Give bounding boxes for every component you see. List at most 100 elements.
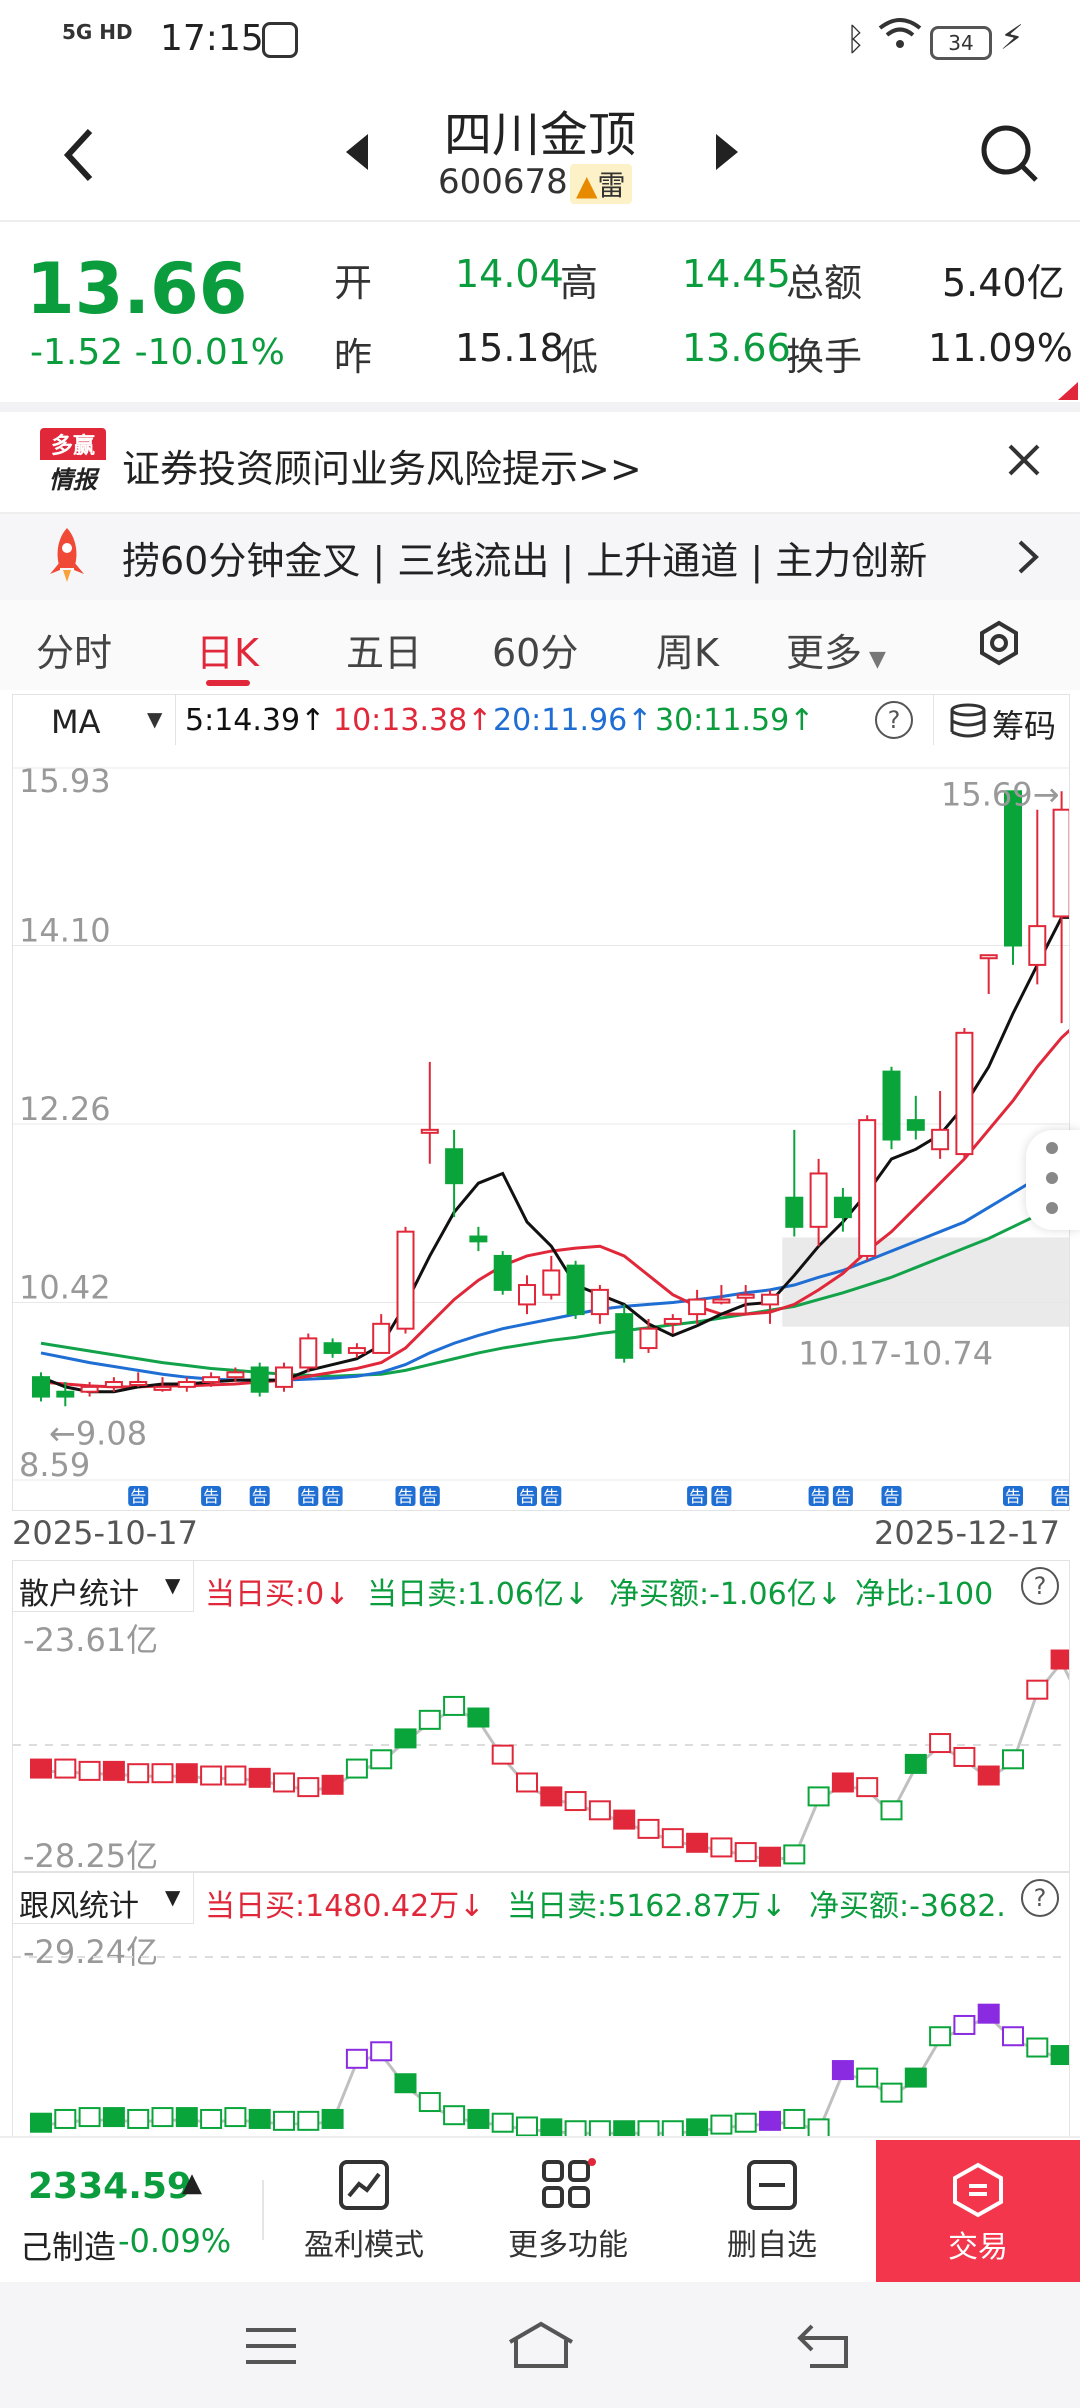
tab-daily-k[interactable]: 日K — [196, 622, 259, 677]
menu-icon[interactable] — [244, 2326, 298, 2366]
tab-more[interactable]: 更多 ▼ — [786, 622, 886, 677]
turnover-value: 11.09% — [928, 326, 1073, 370]
indicator-selector[interactable]: MA ▼ — [13, 695, 176, 745]
risk-text[interactable]: 证券投资顾问业务风险提示>> — [122, 438, 642, 493]
remove-watchlist-button[interactable]: 删自选 — [692, 2158, 852, 2264]
index-name: 己制造 — [20, 2228, 117, 2266]
flow-bar — [734, 1842, 757, 1863]
candle-body — [590, 1288, 609, 1316]
profit-mode-button[interactable]: 盈利模式 — [284, 2158, 444, 2264]
retail-net: 净买额:-1.06亿↓ — [609, 1577, 842, 1612]
tab-more-label: 更多 — [786, 631, 863, 675]
end-date: 2025-12-17 — [874, 1514, 1060, 1552]
chip-stack-icon — [950, 703, 986, 738]
logo-top-text: 多赢 — [40, 428, 106, 460]
more-functions-button[interactable]: 更多功能 — [488, 2158, 648, 2264]
chevron-right-icon[interactable] — [1016, 538, 1040, 576]
flow-bar — [540, 1786, 563, 1807]
flow-bar — [710, 2114, 733, 2135]
candle — [177, 1377, 196, 1392]
amount-value: 5.40亿 — [942, 261, 1065, 305]
candle-body — [809, 1172, 828, 1228]
next-stock-icon[interactable] — [712, 130, 742, 174]
candle — [955, 1027, 974, 1159]
flow-bar — [297, 2110, 320, 2131]
help-icon[interactable]: ? — [1021, 1567, 1059, 1605]
flow-bar — [102, 2107, 125, 2128]
stock-header: 四川金顶 600678 ▲雷 — [0, 80, 1080, 222]
y-tick-label: 14.10 — [19, 912, 111, 950]
signal-marquee[interactable]: 捞60分钟金叉 | 三线流出 | 上升通道 | 主力创新 — [0, 512, 1080, 600]
notice-marker-label: 告 — [422, 1487, 438, 1506]
candle-body — [906, 1119, 925, 1131]
risk-badge[interactable]: ▲雷 — [570, 164, 632, 204]
min-price-label: ←9.08 — [49, 1414, 147, 1452]
home-icon[interactable] — [506, 2320, 576, 2370]
candle-body — [56, 1390, 75, 1398]
help-icon[interactable]: ? — [1021, 1879, 1059, 1917]
candle-body — [493, 1254, 512, 1291]
ma20-value: 20:11.96↑ — [493, 703, 653, 738]
high-label: 高 — [560, 261, 599, 305]
flow-bar — [516, 1772, 538, 1793]
flow-bar — [953, 1746, 976, 1767]
side-menu-handle[interactable] — [1026, 1130, 1080, 1230]
notice-marker-label: 告 — [398, 1487, 414, 1506]
start-date: 2025-10-17 — [12, 1514, 198, 1552]
risk-banner[interactable]: 多赢 情报 证券投资顾问业务风险提示>> — [0, 412, 1080, 508]
flow-bar — [54, 2108, 77, 2129]
retail-selector[interactable]: 散户统计 ▼ — [13, 1561, 194, 1612]
flow-bar — [661, 2120, 684, 2137]
battery-indicator: 34 — [930, 26, 992, 60]
wifi-icon — [878, 16, 922, 61]
retail-bars-svg — [13, 1649, 1069, 1867]
marquee-text: 捞60分钟金叉 | 三线流出 | 上升通道 | 主力创新 — [122, 539, 928, 583]
price-zone — [782, 1237, 1069, 1327]
candle — [469, 1226, 488, 1252]
chip-button[interactable]: 筹码 — [933, 695, 1070, 745]
flow-bar — [856, 1777, 879, 1798]
prev-value: 15.18 — [455, 326, 564, 370]
flow-bar — [224, 2107, 247, 2128]
tab-five-day[interactable]: 五日 — [346, 622, 422, 677]
follow-selector[interactable]: 跟风统计 ▼ — [13, 1873, 194, 1924]
candle — [493, 1251, 512, 1295]
tab-60min[interactable]: 60分 — [492, 622, 578, 677]
logo-bottom-text: 情报 — [49, 466, 97, 494]
candle-body — [153, 1385, 172, 1391]
low-value: 13.66 — [682, 326, 791, 370]
close-icon[interactable] — [1006, 442, 1042, 478]
follow-bars-svg — [13, 1956, 1069, 2137]
settings-icon[interactable] — [976, 620, 1022, 666]
candle-body — [566, 1264, 585, 1316]
candle-body — [347, 1347, 366, 1354]
trade-button[interactable]: 交易 — [876, 2140, 1080, 2282]
candle — [566, 1260, 585, 1319]
candle-body — [833, 1196, 852, 1219]
candlestick-svg: 15.9314.1012.2610.428.5910.17-10.7415.69… — [13, 762, 1080, 1506]
low-label: 低 — [560, 335, 599, 379]
flow-bar — [637, 1818, 660, 1839]
flow-bar — [588, 1800, 611, 1821]
rocket-icon — [50, 528, 84, 582]
index-value: 2334.59 — [28, 2166, 192, 2207]
y-tick-label: 10.42 — [19, 1268, 111, 1306]
info-logo: 多赢 情报 — [40, 428, 106, 494]
ma5-value: 5:14.39↑ — [185, 703, 326, 738]
tab-intraday[interactable]: 分时 — [36, 622, 112, 677]
candle — [931, 1091, 950, 1159]
candle-body — [712, 1298, 731, 1304]
back-nav-icon[interactable] — [796, 2322, 852, 2370]
candle — [396, 1226, 415, 1334]
index-quote[interactable]: 2334.59 ▲ 己制造 -0.09% — [0, 2138, 260, 2284]
retail-buy: 当日买:0↓ — [205, 1577, 350, 1612]
notice-marker-label: 告 — [1005, 1487, 1021, 1506]
flow-bar — [807, 2118, 830, 2137]
kline-chart[interactable]: 15.93 14.10 12.26 10.42 8.59 10.17-10.74 15.69… — [12, 744, 1080, 1511]
flow-bar — [564, 2120, 587, 2137]
help-icon[interactable]: ? — [875, 701, 913, 739]
candle — [420, 1061, 439, 1164]
candle-body — [979, 954, 998, 960]
search-icon[interactable] — [980, 124, 1040, 184]
tab-weekly-k[interactable]: 周K — [656, 622, 719, 677]
